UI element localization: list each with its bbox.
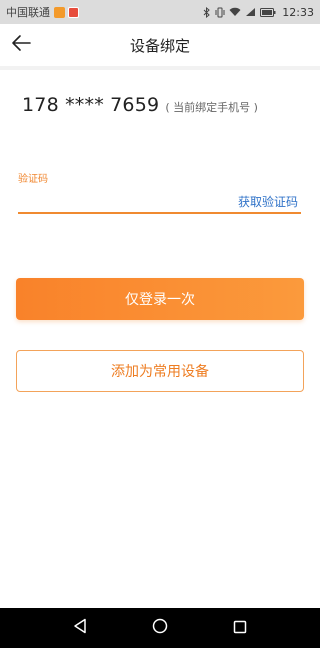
alert-notification-icon [68, 6, 79, 18]
vibrate-icon [215, 7, 225, 18]
wifi-icon [229, 7, 241, 17]
bound-phone-row: 178 **** 7659 ( 当前绑定手机号 ) [22, 94, 258, 116]
signal-icon [245, 7, 256, 17]
arrow-left-icon [11, 34, 31, 56]
system-nav-bar [0, 608, 320, 648]
get-verification-code-button[interactable]: 获取验证码 [238, 193, 298, 210]
carrier-name: 中国联通 [6, 6, 50, 19]
bound-phone-number: 178 **** 7659 [22, 94, 160, 116]
back-button[interactable] [8, 32, 34, 58]
page-title: 设备绑定 [129, 36, 190, 55]
verification-code-input[interactable] [18, 188, 228, 210]
header-divider [0, 66, 320, 70]
battery-icon [260, 7, 276, 17]
verification-code-label: 验证码 [18, 174, 48, 185]
add-common-device-button[interactable]: 添加为常用设备 [16, 350, 304, 392]
app-notification-icon [54, 6, 65, 18]
status-bar: 中国联通 12:33 [0, 0, 320, 24]
back-triangle-icon [73, 618, 87, 638]
bluetooth-icon [203, 6, 211, 18]
nav-recent-button[interactable] [225, 613, 255, 643]
home-circle-icon [152, 618, 168, 638]
recent-square-icon [233, 619, 247, 638]
app-header: 设备绑定 [0, 24, 320, 66]
status-icons: 12:33 [203, 6, 314, 19]
nav-home-button[interactable] [145, 613, 175, 643]
app-screen: 中国联通 12:33 设备绑定 178 **** 7659 (当前绑定手机号 … [0, 0, 320, 648]
login-once-button[interactable]: 仅登录一次 [16, 278, 304, 320]
bound-phone-hint: ( 当前绑定手机号 ) [165, 101, 258, 114]
notification-icons [54, 6, 79, 18]
status-time: 12:33 [282, 5, 314, 19]
verification-code-underline [18, 212, 301, 214]
nav-back-button[interactable] [65, 613, 95, 643]
